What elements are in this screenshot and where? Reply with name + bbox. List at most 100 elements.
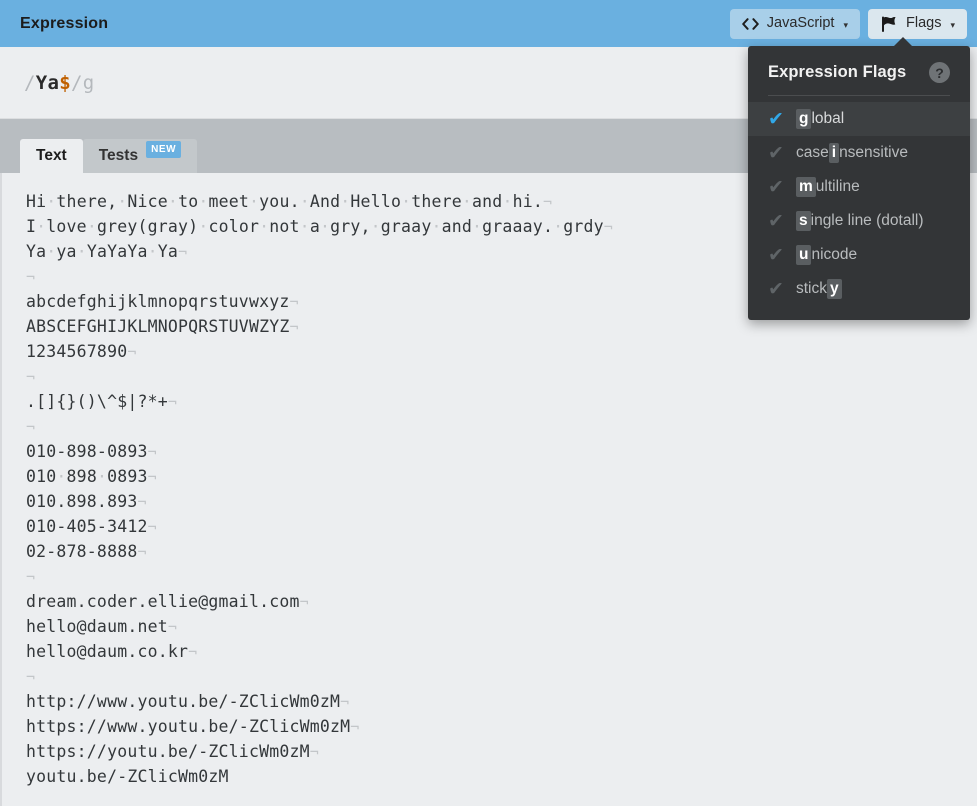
line-break-marker: ¬ xyxy=(26,268,36,286)
space-dot-marker: · xyxy=(167,192,179,211)
flag-key-chip: u xyxy=(796,245,812,265)
expression-pattern: Ya xyxy=(35,71,60,94)
line-break-marker: ¬ xyxy=(137,493,147,511)
line-break-marker: ¬ xyxy=(603,218,613,236)
flag-option-y[interactable]: ✔ stick y xyxy=(748,272,970,306)
editor-line: 010.898.893¬ xyxy=(26,492,147,511)
space-dot-marker: · xyxy=(198,192,209,211)
editor-line: hello@daum.net¬ xyxy=(26,617,178,636)
line-break-marker: ¬ xyxy=(289,318,299,336)
space-dot-marker: · xyxy=(299,192,310,211)
chevron-down-icon: ▾ xyxy=(843,20,848,30)
checkmark-icon: ✔ xyxy=(768,176,784,198)
space-dot-marker: · xyxy=(259,217,270,236)
header-actions: JavaScript ▾ Flags ▾ xyxy=(729,8,967,39)
line-break-marker: ¬ xyxy=(188,643,198,661)
flag-option-u[interactable]: ✔ u nicode xyxy=(748,238,970,272)
flags-dropdown-title: Expression Flags xyxy=(768,63,907,81)
help-icon[interactable]: ? xyxy=(929,62,950,83)
space-dot-marker: · xyxy=(472,217,483,236)
line-break-marker: ¬ xyxy=(340,693,350,711)
tab-text[interactable]: Text xyxy=(20,139,83,173)
tab-tests[interactable]: Tests NEW xyxy=(82,139,198,173)
new-badge: NEW xyxy=(146,140,182,158)
line-break-marker: ¬ xyxy=(26,568,36,586)
space-dot-marker: · xyxy=(401,192,412,211)
editor-line: 010·898·0893¬ xyxy=(26,467,157,486)
space-dot-marker: · xyxy=(198,217,209,236)
regex-tester-app: Expression JavaScript ▾ Flags ▾ /Ya$/g T… xyxy=(0,0,977,806)
flag-option-i[interactable]: ✔ case i nsensitive xyxy=(748,136,970,170)
page-title: Expression xyxy=(20,14,109,32)
line-break-marker: ¬ xyxy=(309,743,319,761)
editor-line: https://youtu.be/-ZClicWm0zM¬ xyxy=(26,742,319,761)
line-break-marker: ¬ xyxy=(137,543,147,561)
editor-line: ¬ xyxy=(26,564,977,589)
editor-line: 02-878-8888¬ xyxy=(26,542,147,561)
flags-button-label: Flags xyxy=(906,15,942,32)
checkmark-icon: ✔ xyxy=(768,210,784,232)
chevron-down-icon: ▾ xyxy=(950,20,955,30)
flag-option-s[interactable]: ✔ s ingle line (dotall) xyxy=(748,204,970,238)
space-dot-marker: · xyxy=(117,192,128,211)
expression-flags-dropdown[interactable]: Expression Flags ? ✔ g lobal ✔ case i nsensit… xyxy=(748,37,970,320)
editor-line: 010-405-3412¬ xyxy=(26,517,157,536)
line-break-marker: ¬ xyxy=(147,468,157,486)
line-break-marker: ¬ xyxy=(26,418,36,436)
space-dot-marker: · xyxy=(319,217,331,236)
flag-key-chip: g xyxy=(796,109,812,129)
editor-line: ¬ xyxy=(26,664,977,689)
space-dot-marker: · xyxy=(461,192,473,211)
editor-line: https://www.youtu.be/-ZClicWm0zM¬ xyxy=(26,717,360,736)
expression-open-delimiter: / xyxy=(24,71,36,94)
space-dot-marker: · xyxy=(76,242,87,261)
space-dot-marker: · xyxy=(56,467,67,486)
flag-option-list: ✔ g lobal ✔ case i nsensitive ✔ m ultiline ✔ s ingl… xyxy=(748,102,970,306)
expression-anchor-token: $ xyxy=(59,71,71,94)
line-break-marker: ¬ xyxy=(178,243,188,261)
flags-dropdown-header: Expression Flags ? xyxy=(748,60,970,83)
space-dot-marker: · xyxy=(36,217,47,236)
divider xyxy=(768,95,950,96)
checkmark-icon: ✔ xyxy=(768,142,784,164)
space-dot-marker: · xyxy=(502,192,513,211)
editor-line: dream.coder.ellie@gmail.com¬ xyxy=(26,592,309,611)
flag-option-label: s ingle line (dotall) xyxy=(796,211,924,231)
flag-option-label: m ultiline xyxy=(796,177,860,197)
editor-line: youtu.be/-ZClicWm0zM xyxy=(26,767,229,786)
space-dot-marker: · xyxy=(46,192,57,211)
tab-text-label: Text xyxy=(36,147,67,164)
line-break-marker: ¬ xyxy=(167,393,178,411)
checkmark-icon: ✔ xyxy=(768,278,784,300)
space-dot-marker: · xyxy=(86,217,97,236)
flag-key-chip: s xyxy=(796,211,811,231)
checkmark-icon: ✔ xyxy=(768,108,784,130)
editor-line: 1234567890¬ xyxy=(26,342,137,361)
space-dot-marker: · xyxy=(553,217,564,236)
editor-line: http://www.youtu.be/-ZClicWm0zM¬ xyxy=(26,692,350,711)
flag-option-m[interactable]: ✔ m ultiline xyxy=(748,170,970,204)
space-dot-marker: · xyxy=(249,192,260,211)
flag-option-label: stick y xyxy=(796,279,842,299)
flags-button[interactable]: Flags ▾ xyxy=(868,8,967,39)
expression-flags-text: g xyxy=(82,71,95,94)
flag-option-g[interactable]: ✔ g lobal xyxy=(748,102,970,136)
code-icon xyxy=(741,17,759,30)
flag-option-label: u nicode xyxy=(796,245,857,265)
checkmark-icon: ✔ xyxy=(768,244,784,266)
line-break-marker: ¬ xyxy=(147,518,157,536)
flag-key-chip: m xyxy=(796,177,816,197)
line-break-marker: ¬ xyxy=(299,593,309,611)
language-selector-button[interactable]: JavaScript ▾ xyxy=(729,8,860,39)
editor-line: ¬ xyxy=(26,364,977,389)
flag-key-chip: y xyxy=(827,279,842,299)
space-dot-marker: · xyxy=(340,192,351,211)
space-dot-marker: · xyxy=(46,242,57,261)
line-break-marker: ¬ xyxy=(147,443,157,461)
editor-line: hello@daum.co.kr¬ xyxy=(26,642,198,661)
line-break-marker: ¬ xyxy=(289,293,299,311)
flag-key-chip: i xyxy=(828,143,840,163)
space-dot-marker: · xyxy=(431,217,442,236)
expression-input[interactable]: /Ya$/g xyxy=(24,72,94,94)
expression-close-delimiter: / xyxy=(70,71,83,94)
